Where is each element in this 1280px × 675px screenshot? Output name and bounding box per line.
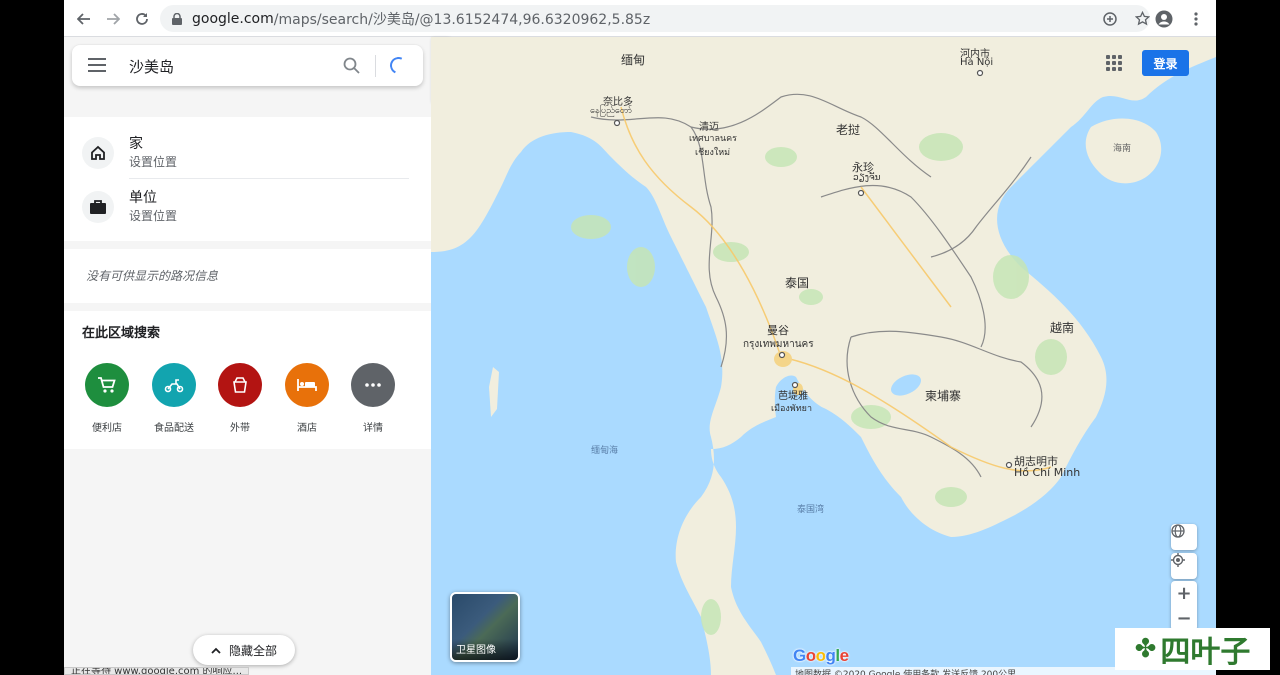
map-label-cambodia: 柬埔寨: [925, 389, 962, 403]
lock-icon: [172, 12, 182, 25]
category-label: 外带: [230, 423, 250, 434]
hamburger-menu-icon[interactable]: [88, 58, 106, 72]
search-box: [72, 45, 423, 86]
crosshair-icon: [1171, 553, 1185, 567]
browser-window: google.com/maps/search/沙美岛/@13.6152474,9…: [64, 0, 1216, 675]
map-label-pattaya-local: เมืองพัทยา: [771, 404, 813, 414]
zoom-control: + −: [1171, 581, 1197, 631]
hide-all-label: 隐藏全部: [228, 643, 277, 658]
globe-icon: [1171, 524, 1185, 538]
loading-spinner-icon: [387, 54, 410, 77]
map-terrain: [431, 37, 1216, 675]
url-path: /maps/search/沙美岛/@13.6152474,96.6320962,…: [273, 11, 651, 28]
place-subtitle: 设置位置: [129, 155, 178, 169]
plus-circle-icon: [1103, 11, 1117, 26]
home-icon: [82, 137, 114, 169]
category-more[interactable]: 详情: [340, 363, 406, 434]
category-label: 食品配送: [154, 423, 194, 434]
category-convenience-store[interactable]: 便利店: [74, 363, 140, 434]
traffic-info: 没有可供显示的路况信息: [86, 269, 219, 283]
area-search-title: 在此区域搜索: [82, 326, 161, 341]
map-label-laos: 老挝: [836, 123, 861, 137]
category-label: 详情: [363, 423, 383, 434]
map-label-chiangmai-local: เชียงใหม่: [695, 148, 731, 158]
map-label-vietnam: 越南: [1050, 321, 1075, 335]
map-label-andaman-sea: 缅甸海: [591, 446, 619, 456]
map-label-gulf-of-thailand: 泰国湾: [797, 505, 825, 515]
back-arrow-icon: [77, 13, 90, 25]
reload-icon: [136, 13, 148, 25]
star-icon: [1134, 11, 1150, 26]
map-label-myanmar: 缅甸: [621, 53, 646, 67]
map-label-bangkok: 曼谷: [767, 324, 789, 337]
bookmark-button[interactable]: [1130, 5, 1154, 32]
forward-button[interactable]: [99, 5, 127, 33]
profile-button[interactable]: [1152, 5, 1176, 32]
search-icon[interactable]: [342, 56, 362, 76]
briefcase-icon: [82, 191, 114, 223]
google-logo: Google: [793, 646, 849, 665]
watermark-logo: ✤ 四叶子: [1115, 628, 1270, 670]
satellite-layer-button[interactable]: 卫星图像: [450, 592, 520, 662]
satellite-label: 卫星图像: [452, 639, 518, 660]
account-icon: [1155, 10, 1173, 27]
reload-button[interactable]: [128, 5, 156, 33]
globe-view-button[interactable]: [1171, 524, 1197, 550]
browser-status: 正在等待 www.google.com 的响应...: [64, 667, 250, 675]
google-apps-icon[interactable]: [1106, 55, 1122, 71]
place-work[interactable]: 单位 设置位置: [64, 179, 431, 239]
category-food-delivery[interactable]: 食品配送: [141, 363, 207, 434]
more-icon: [351, 363, 395, 407]
bed-icon: [285, 363, 329, 407]
my-location-button[interactable]: [1171, 553, 1197, 579]
scooter-icon: [152, 363, 196, 407]
side-panel: 家 设置位置 单位 设置位置 没有可供显示的路况信息 在此区域搜索 便利店: [64, 37, 431, 675]
search-input[interactable]: [129, 55, 329, 77]
takeout-icon: [218, 363, 262, 407]
map-label-thailand: 泰国: [785, 276, 810, 290]
place-title: 单位: [129, 190, 157, 206]
place-subtitle: 设置位置: [129, 209, 178, 223]
traffic-card: 没有可供显示的路况信息: [64, 249, 431, 303]
category-takeout[interactable]: 外带: [207, 363, 273, 434]
map-canvas[interactable]: 缅甸 奈比多 နေပြည်တော် 清迈 เชียงใหม่ เทศบาลนคร…: [431, 37, 1216, 675]
map-label-hanoi-local: Hà Nội: [960, 57, 994, 68]
search-divider: [375, 55, 376, 77]
watermark-text: 四叶子: [1160, 635, 1251, 670]
map-label-chiangmai-local2: เทศบาลนคร: [689, 134, 738, 144]
map-label-hainan: 海南: [1113, 144, 1132, 154]
login-button[interactable]: 登录: [1142, 50, 1189, 76]
address-bar[interactable]: google.com/maps/search/沙美岛/@13.6152474,9…: [160, 5, 1150, 32]
map-label-naypyidaw-local: နေပြည်တော်: [590, 106, 633, 116]
url-host: google.com: [192, 10, 274, 27]
map-label-vientiane-local: ວຽງຈັນ: [853, 173, 881, 183]
browser-toolbar: google.com/maps/search/沙美岛/@13.6152474,9…: [64, 0, 1216, 37]
more-vert-icon: [1194, 11, 1198, 26]
zoom-in-button[interactable]: +: [1171, 581, 1197, 606]
menu-button[interactable]: [1184, 5, 1208, 32]
chevron-up-icon: [211, 647, 221, 654]
area-search-card: 在此区域搜索 便利店 食品配送 外带 酒店 详情: [64, 311, 431, 449]
category-label: 酒店: [297, 423, 317, 434]
cart-icon: [85, 363, 129, 407]
place-title: 家: [129, 136, 143, 152]
clover-icon: ✤: [1134, 634, 1157, 664]
saved-places-card: 家 设置位置 单位 设置位置: [64, 117, 431, 241]
back-button[interactable]: [70, 5, 98, 33]
map-label-hcmc-local: Hồ Chí Minh: [1014, 466, 1081, 479]
category-label: 便利店: [92, 423, 122, 434]
map-label-pattaya: 芭堤雅: [778, 391, 808, 402]
place-home[interactable]: 家 设置位置: [64, 117, 431, 177]
category-hotel[interactable]: 酒店: [274, 363, 340, 434]
map-label-bangkok-local: กรุงเทพมหานคร: [743, 339, 814, 350]
add-site-button[interactable]: [1098, 5, 1122, 32]
hide-all-button[interactable]: 隐藏全部: [193, 635, 295, 665]
forward-arrow-icon: [107, 13, 120, 25]
